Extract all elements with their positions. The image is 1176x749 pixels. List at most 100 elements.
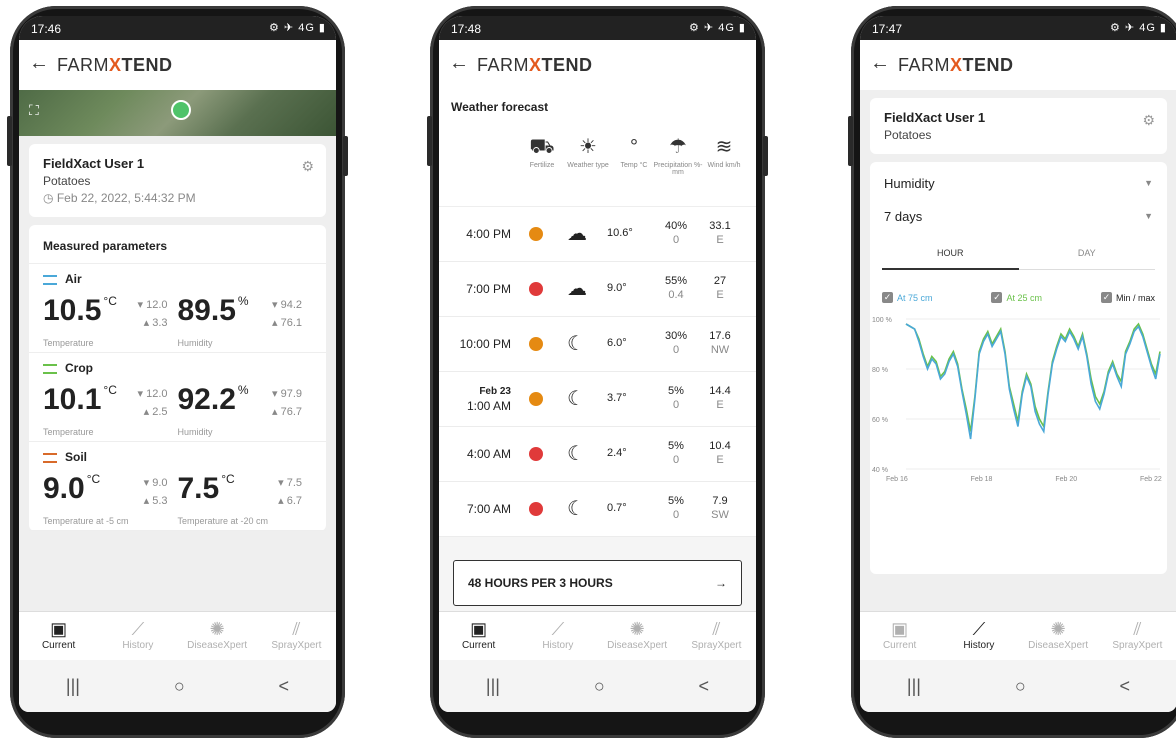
virus-icon: ✺ (1050, 619, 1066, 639)
nav-history[interactable]: ⟋ History (98, 612, 177, 660)
back-button[interactable]: < (699, 676, 710, 697)
precip-percent: 5% (668, 440, 684, 452)
wind: 33.1 E (705, 219, 735, 247)
wind-speed: 14.4 (709, 385, 731, 397)
forecast-rows: 4:00 PM ☁ 10.6° 40% 0 33.1 E 7:00 PM ☁ 9.0° 55% 0.4… (439, 207, 756, 537)
logo-text: FARM (57, 55, 110, 75)
temperature: 2.4° (607, 447, 627, 459)
parameter-dropdown[interactable]: Humidity ▼ (870, 162, 1167, 205)
weather-type-icon: ☾ (567, 388, 585, 410)
range-dropdown[interactable]: 7 days ▼ (870, 205, 1167, 238)
precipitation: 5% 0 (659, 494, 693, 522)
row-time: 7:00 PM (466, 282, 511, 296)
logo-x: X (529, 55, 542, 75)
back-arrow-icon[interactable]: ← (29, 52, 49, 75)
back-button[interactable]: < (1120, 676, 1131, 697)
parameter-value: Humidity (884, 176, 935, 191)
nav-label: Current (461, 640, 496, 651)
column-thermometer-icon: ° Temp °C (609, 132, 659, 169)
nav-sprayxpert[interactable]: ⫽ SprayXpert (677, 612, 756, 660)
screen: 17:47 ⚙ ✈ 4G ▮ ← FARMXTEND FieldXact Use… (860, 16, 1176, 712)
forecast-row: 4:00 AM ☾ 2.4° 5% 0 10.4 E (439, 427, 756, 482)
rain-icon: ☂ (669, 136, 687, 158)
nav-current[interactable]: ▣ Current (860, 612, 939, 660)
chart-icon: ⟋ (972, 619, 986, 639)
row-time: 4:00 AM (466, 447, 511, 461)
nav-diseasexpert[interactable]: ✺ DiseaseXpert (1019, 612, 1098, 660)
nav-history[interactable]: ⟋ History (939, 612, 1018, 660)
column-label: Wind km/h (707, 162, 741, 169)
row-time: 7:00 AM (466, 502, 511, 516)
min-value: ▴ 76.1 (272, 317, 302, 329)
nav-current[interactable]: ▣ Current (439, 612, 518, 660)
nav-diseasexpert[interactable]: ✺ DiseaseXpert (598, 612, 677, 660)
value-box: 92.2% ▾ 97.9 ▴ 76.7 Humidity (178, 383, 313, 437)
phone-history: 17:47 ⚙ ✈ 4G ▮ ← FARMXTEND FieldXact Use… (848, 6, 1176, 738)
wind-icon: ≋ (715, 136, 733, 158)
fertilize-status-dot (529, 392, 543, 406)
checkbox-75cm[interactable]: ✓ At 75 cm (882, 292, 933, 303)
phone-current: 17:46 ⚙ ✈ 4G ▮ ← FARMXTEND ⛶ FieldXact U… (7, 6, 348, 738)
current-value: 7.5 (177, 472, 220, 505)
recents-button[interactable]: ||| (486, 676, 500, 697)
nav-label: History (542, 640, 574, 651)
nav-diseasexpert[interactable]: ✺ DiseaseXpert (178, 612, 257, 660)
humidity-chart[interactable]: 100 % 80 % 60 % 40 % Feb 16 Feb 18 Feb 20 Feb 2… (870, 309, 1167, 489)
status-icons: ⚙ ✈ 4G ▮ (1110, 22, 1167, 34)
temperature: 10.6° (607, 227, 633, 239)
section-crop: Crop 10.1 °C ▾ 12.0 ▴ 2.5 Temperature 92.2% ▾ 9… (29, 353, 326, 442)
fertilize-status-dot (529, 227, 543, 241)
virus-icon: ✺ (629, 619, 645, 639)
recents-button[interactable]: ||| (907, 676, 921, 697)
back-arrow-icon[interactable]: ← (870, 52, 890, 75)
home-button[interactable]: ○ (1015, 676, 1026, 697)
nav-history[interactable]: ⟋ History (518, 612, 597, 660)
history-content: FieldXact User 1 Potatoes ⚙ Humidity ▼ 7 … (860, 90, 1176, 612)
min-max: ▾ 9.0 ▴ 5.3 (144, 474, 168, 510)
min-number: 6.7 (286, 495, 302, 507)
precip-mm: 0 (672, 399, 680, 411)
status-time: 17:47 (872, 22, 903, 36)
nav-current[interactable]: ▣ Current (19, 612, 98, 660)
precipitation: 30% 0 (659, 329, 693, 357)
column-weather-icon: ☀ Weather type (563, 132, 613, 169)
recents-button[interactable]: ||| (66, 676, 80, 697)
nav-sprayxpert[interactable]: ⫽ SprayXpert (1098, 612, 1176, 660)
user-card: FieldXact User 1 Potatoes ⚙ (870, 98, 1167, 154)
forecast-row: 7:00 PM ☁ 9.0° 55% 0.4 27 E (439, 262, 756, 317)
forecast-row: 7:00 AM ☾ 0.7° 5% 0 7.9 SW (439, 482, 756, 537)
precip-percent: 30% (664, 330, 688, 342)
min-max: ▾ 12.0 ▴ 2.5 (138, 385, 168, 421)
nav-sprayxpert[interactable]: ⫽ SprayXpert (257, 612, 336, 660)
section-soil: Soil 9.0 °C ▾ 9.0 ▴ 5.3 Temperature at -5 cm 7… (29, 442, 326, 531)
app-bar: ← FARMXTEND (19, 40, 336, 91)
tab-hour[interactable]: HOUR (882, 238, 1019, 270)
range-value: 7 days (884, 209, 923, 224)
tab-day[interactable]: DAY (1018, 238, 1155, 270)
temperature: 0.7° (607, 502, 627, 514)
wind: 7.9 SW (705, 494, 735, 522)
home-button[interactable]: ○ (174, 676, 185, 697)
system-nav: ||| ○ < (19, 660, 336, 712)
48-hours-button[interactable]: 48 HOURS PER 3 HOURS → (453, 560, 742, 606)
granularity-tabs: HOUR DAY (882, 238, 1155, 270)
check-icon: ✓ (882, 292, 893, 303)
nav-label: History (122, 640, 154, 651)
gear-icon[interactable]: ⚙ (301, 158, 314, 175)
wind: 27 E (705, 274, 735, 302)
field-map[interactable]: ⛶ (19, 90, 336, 136)
fertilize-status-dot (529, 337, 543, 351)
checkbox-25cm[interactable]: ✓ At 25 cm (991, 292, 1042, 303)
y-tick-label: 60 % (872, 417, 888, 424)
measured-parameters-card: Measured parameters Air 10.5 °C ▾ 12.0 ▴ 3.3… (29, 225, 326, 531)
fullscreen-icon[interactable]: ⛶ (29, 102, 39, 119)
back-arrow-icon[interactable]: ← (449, 52, 469, 75)
back-button[interactable]: < (279, 676, 290, 697)
section-name: Soil (65, 450, 88, 464)
wind-speed: 10.4 (709, 440, 731, 452)
gear-icon[interactable]: ⚙ (1142, 112, 1155, 129)
checkbox-minmax[interactable]: ✓ Min / max (1100, 292, 1155, 303)
wind-speed: 33.1 (709, 220, 731, 232)
home-button[interactable]: ○ (594, 676, 605, 697)
status-icons: ⚙ ✈ 4G ▮ (269, 22, 326, 34)
